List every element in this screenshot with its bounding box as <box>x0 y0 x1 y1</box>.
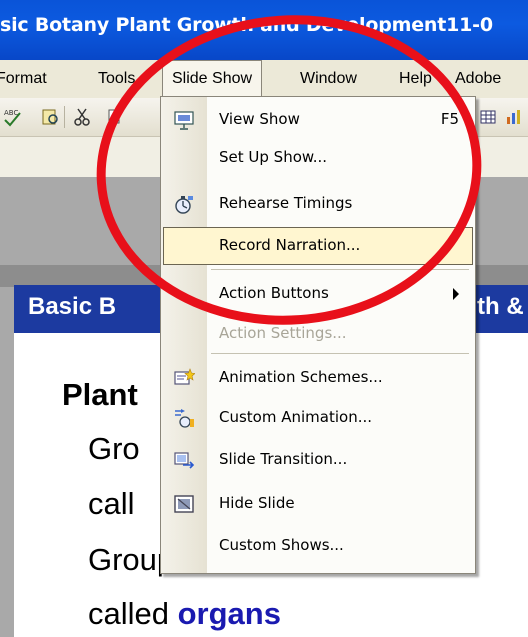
svg-text:ABC: ABC <box>4 109 18 117</box>
cut-icon[interactable] <box>72 107 92 127</box>
menu-slide-show[interactable]: Slide Show <box>162 60 263 98</box>
menu-item-label: Record Narration... <box>219 236 361 254</box>
menu-item-label: Action Buttons <box>219 284 329 302</box>
submenu-arrow-icon <box>453 288 459 300</box>
view-show-icon <box>174 111 194 130</box>
menu-item-action-settings: Action Settings... <box>163 315 473 353</box>
menu-window[interactable]: Window <box>300 60 357 98</box>
menu-item-rehearse-timings[interactable]: Rehearse Timings <box>163 185 473 223</box>
menu-item-shortcut: F5 <box>440 110 459 128</box>
menu-bar: Format Tools Slide Show Window Help Adob… <box>0 60 528 99</box>
slide-title-right: th & <box>477 293 524 320</box>
menu-item-set-up-show[interactable]: Set Up Show... <box>163 139 473 177</box>
chart-icon[interactable] <box>504 107 524 127</box>
menu-item-view-show[interactable]: View Show F5 <box>163 101 473 139</box>
menu-item-label: Custom Animation... <box>219 408 373 426</box>
menu-item-hide-slide[interactable]: Hide Slide <box>163 485 473 523</box>
menu-format[interactable]: Format <box>0 60 47 98</box>
table-icon[interactable] <box>478 107 498 127</box>
menu-item-custom-shows[interactable]: Custom Shows... <box>163 527 473 565</box>
menu-item-label: Animation Schemes... <box>219 368 383 386</box>
stopwatch-icon <box>175 196 193 214</box>
research-icon[interactable] <box>40 107 60 127</box>
menu-item-label: Slide Transition... <box>219 450 348 468</box>
menu-adobe[interactable]: Adobe <box>455 60 501 98</box>
slide-text-organs: organs <box>177 596 281 631</box>
menu-item-label: Rehearse Timings <box>219 194 353 212</box>
toolbar-separator <box>64 106 65 128</box>
menu-item-label: View Show <box>219 110 300 128</box>
menu-item-label: Action Settings... <box>219 324 347 342</box>
menu-help[interactable]: Help <box>399 60 432 98</box>
custom-animation-icon <box>175 409 194 428</box>
slide-title-left: Basic B <box>28 293 117 320</box>
menu-separator <box>211 269 469 270</box>
menu-item-slide-transition[interactable]: Slide Transition... <box>163 441 473 479</box>
slide-text-plant: Plant <box>62 377 138 412</box>
slide-text-called: called organs <box>88 596 281 632</box>
menu-tools[interactable]: Tools <box>98 60 135 98</box>
window-title: sic Botany Plant Growth and Development1… <box>0 14 493 36</box>
hide-slide-icon <box>174 495 194 513</box>
copy-icon[interactable] <box>104 107 124 127</box>
menu-item-action-buttons[interactable]: Action Buttons <box>163 275 473 313</box>
menu-item-animation-schemes[interactable]: Animation Schemes... <box>163 359 473 397</box>
slide-show-menu: View Show F5 Set Up Show... Rehearse Tim… <box>160 96 476 574</box>
slide-text-called-word: called <box>88 596 178 631</box>
title-bar: sic Botany Plant Growth and Development1… <box>0 0 528 60</box>
menu-item-label: Hide Slide <box>219 494 295 512</box>
menu-separator <box>211 353 469 354</box>
slide-transition-icon <box>174 452 195 469</box>
menu-item-label: Custom Shows... <box>219 536 344 554</box>
slide-text-call: call <box>88 486 135 521</box>
slide-text-gro: Gro <box>88 431 140 466</box>
menu-item-record-narration[interactable]: Record Narration... <box>163 227 473 265</box>
menu-item-label: Set Up Show... <box>219 148 328 166</box>
animation-schemes-icon <box>174 368 195 385</box>
menu-item-custom-animation[interactable]: Custom Animation... <box>163 399 473 437</box>
spelling-icon[interactable]: ABC <box>2 107 22 127</box>
